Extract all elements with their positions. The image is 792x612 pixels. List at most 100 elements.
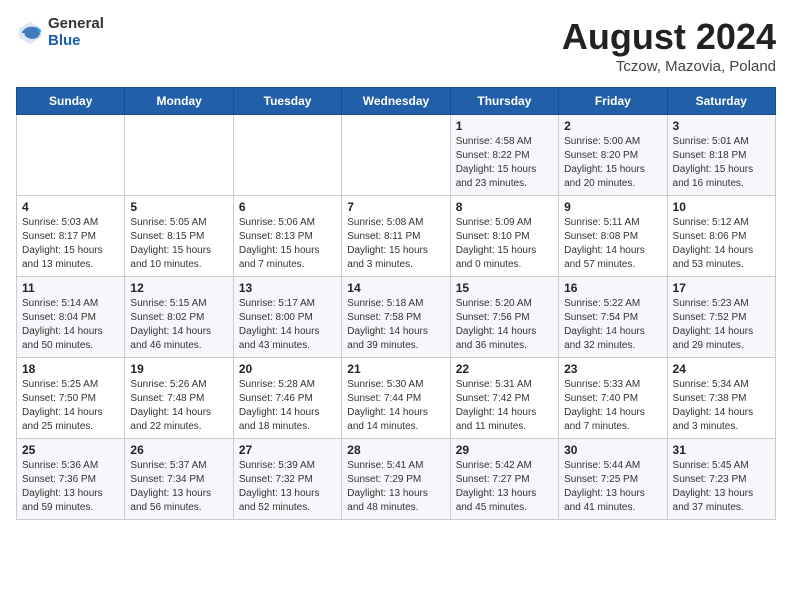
day-content: Sunrise: 5:44 AM Sunset: 7:25 PM Dayligh…	[564, 459, 661, 515]
calendar-cell: 28Sunrise: 5:41 AM Sunset: 7:29 PM Dayli…	[342, 439, 450, 520]
calendar-cell: 25Sunrise: 5:36 AM Sunset: 7:36 PM Dayli…	[17, 439, 125, 520]
weekday-header-thursday: Thursday	[450, 88, 558, 115]
calendar-cell: 17 Sunrise: 5:23 AM Sunset: 7:52 PM Dayli…	[667, 277, 775, 358]
day-content: Sunrise: 5:41 AM Sunset: 7:29 PM Dayligh…	[347, 459, 444, 515]
calendar-cell: 23Sunrise: 5:33 AM Sunset: 7:40 PM Dayli…	[559, 358, 667, 439]
calendar-cell: 20Sunrise: 5:28 AM Sunset: 7:46 PM Dayli…	[233, 358, 341, 439]
calendar-cell: 26 Sunrise: 5:37 AM Sunset: 7:34 PM Dayli…	[125, 439, 233, 520]
logo-text: General Blue	[48, 16, 104, 49]
day-number: 22	[456, 362, 553, 376]
day-number: 1	[456, 119, 553, 133]
calendar-cell: 2 Sunrise: 5:00 AM Sunset: 8:20 PM Daylig…	[559, 115, 667, 196]
calendar-cell: 27 Sunrise: 5:39 AM Sunset: 7:32 PM Dayli…	[233, 439, 341, 520]
day-number: 5	[130, 200, 227, 214]
day-number: 23	[564, 362, 661, 376]
calendar-cell: 18 Sunrise: 5:25 AM Sunset: 7:50 PM Dayli…	[17, 358, 125, 439]
calendar-week-row: 4 Sunrise: 5:03 AM Sunset: 8:17 PM Daylig…	[17, 196, 776, 277]
calendar-cell: 15 Sunrise: 5:20 AM Sunset: 7:56 PM Dayli…	[450, 277, 558, 358]
calendar-cell: 29Sunrise: 5:42 AM Sunset: 7:27 PM Dayli…	[450, 439, 558, 520]
day-content: Sunrise: 5:17 AM Sunset: 8:00 PM Dayligh…	[239, 297, 336, 353]
day-number: 9	[564, 200, 661, 214]
day-number: 21	[347, 362, 444, 376]
day-content: Sunrise: 5:22 AM Sunset: 7:54 PM Dayligh…	[564, 297, 661, 353]
calendar-cell: 13 Sunrise: 5:17 AM Sunset: 8:00 PM Dayli…	[233, 277, 341, 358]
day-content: Sunrise: 5:30 AM Sunset: 7:44 PM Dayligh…	[347, 378, 444, 434]
calendar-cell: 31Sunrise: 5:45 AM Sunset: 7:23 PM Dayli…	[667, 439, 775, 520]
day-number: 12	[130, 281, 227, 295]
day-content: Sunrise: 5:05 AM Sunset: 8:15 PM Dayligh…	[130, 216, 227, 272]
calendar-cell: 5 Sunrise: 5:05 AM Sunset: 8:15 PM Daylig…	[125, 196, 233, 277]
day-number: 31	[673, 443, 770, 457]
day-number: 20	[239, 362, 336, 376]
day-number: 3	[673, 119, 770, 133]
day-number: 18	[22, 362, 119, 376]
day-number: 8	[456, 200, 553, 214]
weekday-header-sunday: Sunday	[17, 88, 125, 115]
calendar-week-row: 1 Sunrise: 4:58 AM Sunset: 8:22 PM Daylig…	[17, 115, 776, 196]
day-content: Sunrise: 5:23 AM Sunset: 7:52 PM Dayligh…	[673, 297, 770, 353]
day-number: 27	[239, 443, 336, 457]
logo: General Blue	[16, 16, 104, 49]
day-number: 6	[239, 200, 336, 214]
calendar-cell: 16Sunrise: 5:22 AM Sunset: 7:54 PM Dayli…	[559, 277, 667, 358]
page-header: General Blue August 2024 Tczow, Mazovia,…	[16, 16, 776, 75]
calendar-cell: 1 Sunrise: 4:58 AM Sunset: 8:22 PM Daylig…	[450, 115, 558, 196]
day-number: 15	[456, 281, 553, 295]
day-number: 7	[347, 200, 444, 214]
calendar-cell: 7Sunrise: 5:08 AM Sunset: 8:11 PM Daylig…	[342, 196, 450, 277]
calendar-table: SundayMondayTuesdayWednesdayThursdayFrid…	[16, 87, 776, 520]
day-content: Sunrise: 5:31 AM Sunset: 7:42 PM Dayligh…	[456, 378, 553, 434]
day-content: Sunrise: 5:01 AM Sunset: 8:18 PM Dayligh…	[673, 135, 770, 191]
calendar-week-row: 18 Sunrise: 5:25 AM Sunset: 7:50 PM Dayli…	[17, 358, 776, 439]
weekday-header-wednesday: Wednesday	[342, 88, 450, 115]
day-content: Sunrise: 5:39 AM Sunset: 7:32 PM Dayligh…	[239, 459, 336, 515]
day-content: Sunrise: 5:37 AM Sunset: 7:34 PM Dayligh…	[130, 459, 227, 515]
day-content: Sunrise: 4:58 AM Sunset: 8:22 PM Dayligh…	[456, 135, 553, 191]
calendar-cell: 24 Sunrise: 5:34 AM Sunset: 7:38 PM Dayli…	[667, 358, 775, 439]
calendar-cell: 21 Sunrise: 5:30 AM Sunset: 7:44 PM Dayli…	[342, 358, 450, 439]
day-number: 14	[347, 281, 444, 295]
day-number: 11	[22, 281, 119, 295]
day-number: 13	[239, 281, 336, 295]
day-content: Sunrise: 5:06 AM Sunset: 8:13 PM Dayligh…	[239, 216, 336, 272]
day-content: Sunrise: 5:00 AM Sunset: 8:20 PM Dayligh…	[564, 135, 661, 191]
day-content: Sunrise: 5:34 AM Sunset: 7:38 PM Dayligh…	[673, 378, 770, 434]
calendar-week-row: 11 Sunrise: 5:14 AM Sunset: 8:04 PM Dayli…	[17, 277, 776, 358]
day-number: 10	[673, 200, 770, 214]
day-content: Sunrise: 5:20 AM Sunset: 7:56 PM Dayligh…	[456, 297, 553, 353]
logo-icon	[16, 19, 44, 47]
day-content: Sunrise: 5:14 AM Sunset: 8:04 PM Dayligh…	[22, 297, 119, 353]
day-content: Sunrise: 5:03 AM Sunset: 8:17 PM Dayligh…	[22, 216, 119, 272]
day-content: Sunrise: 5:15 AM Sunset: 8:02 PM Dayligh…	[130, 297, 227, 353]
calendar-cell: 14 Sunrise: 5:18 AM Sunset: 7:58 PM Dayli…	[342, 277, 450, 358]
weekday-header-row: SundayMondayTuesdayWednesdayThursdayFrid…	[17, 88, 776, 115]
calendar-cell	[233, 115, 341, 196]
day-number: 30	[564, 443, 661, 457]
day-content: Sunrise: 5:26 AM Sunset: 7:48 PM Dayligh…	[130, 378, 227, 434]
weekday-header-friday: Friday	[559, 88, 667, 115]
weekday-header-saturday: Saturday	[667, 88, 775, 115]
day-content: Sunrise: 5:12 AM Sunset: 8:06 PM Dayligh…	[673, 216, 770, 272]
calendar-cell: 9Sunrise: 5:11 AM Sunset: 8:08 PM Daylig…	[559, 196, 667, 277]
day-content: Sunrise: 5:18 AM Sunset: 7:58 PM Dayligh…	[347, 297, 444, 353]
day-number: 4	[22, 200, 119, 214]
day-number: 26	[130, 443, 227, 457]
day-content: Sunrise: 5:25 AM Sunset: 7:50 PM Dayligh…	[22, 378, 119, 434]
calendar-cell: 4 Sunrise: 5:03 AM Sunset: 8:17 PM Daylig…	[17, 196, 125, 277]
calendar-cell: 12 Sunrise: 5:15 AM Sunset: 8:02 PM Dayli…	[125, 277, 233, 358]
day-number: 17	[673, 281, 770, 295]
day-number: 24	[673, 362, 770, 376]
calendar-cell: 10 Sunrise: 5:12 AM Sunset: 8:06 PM Dayli…	[667, 196, 775, 277]
calendar-cell	[125, 115, 233, 196]
day-number: 2	[564, 119, 661, 133]
calendar-cell: 8Sunrise: 5:09 AM Sunset: 8:10 PM Daylig…	[450, 196, 558, 277]
day-number: 19	[130, 362, 227, 376]
calendar-cell	[17, 115, 125, 196]
calendar-cell: 3 Sunrise: 5:01 AM Sunset: 8:18 PM Daylig…	[667, 115, 775, 196]
calendar-cell: 6 Sunrise: 5:06 AM Sunset: 8:13 PM Daylig…	[233, 196, 341, 277]
location-subtitle: Tczow, Mazovia, Poland	[562, 58, 776, 75]
calendar-week-row: 25Sunrise: 5:36 AM Sunset: 7:36 PM Dayli…	[17, 439, 776, 520]
title-block: August 2024 Tczow, Mazovia, Poland	[562, 16, 776, 75]
day-number: 29	[456, 443, 553, 457]
logo-blue: Blue	[48, 33, 104, 50]
